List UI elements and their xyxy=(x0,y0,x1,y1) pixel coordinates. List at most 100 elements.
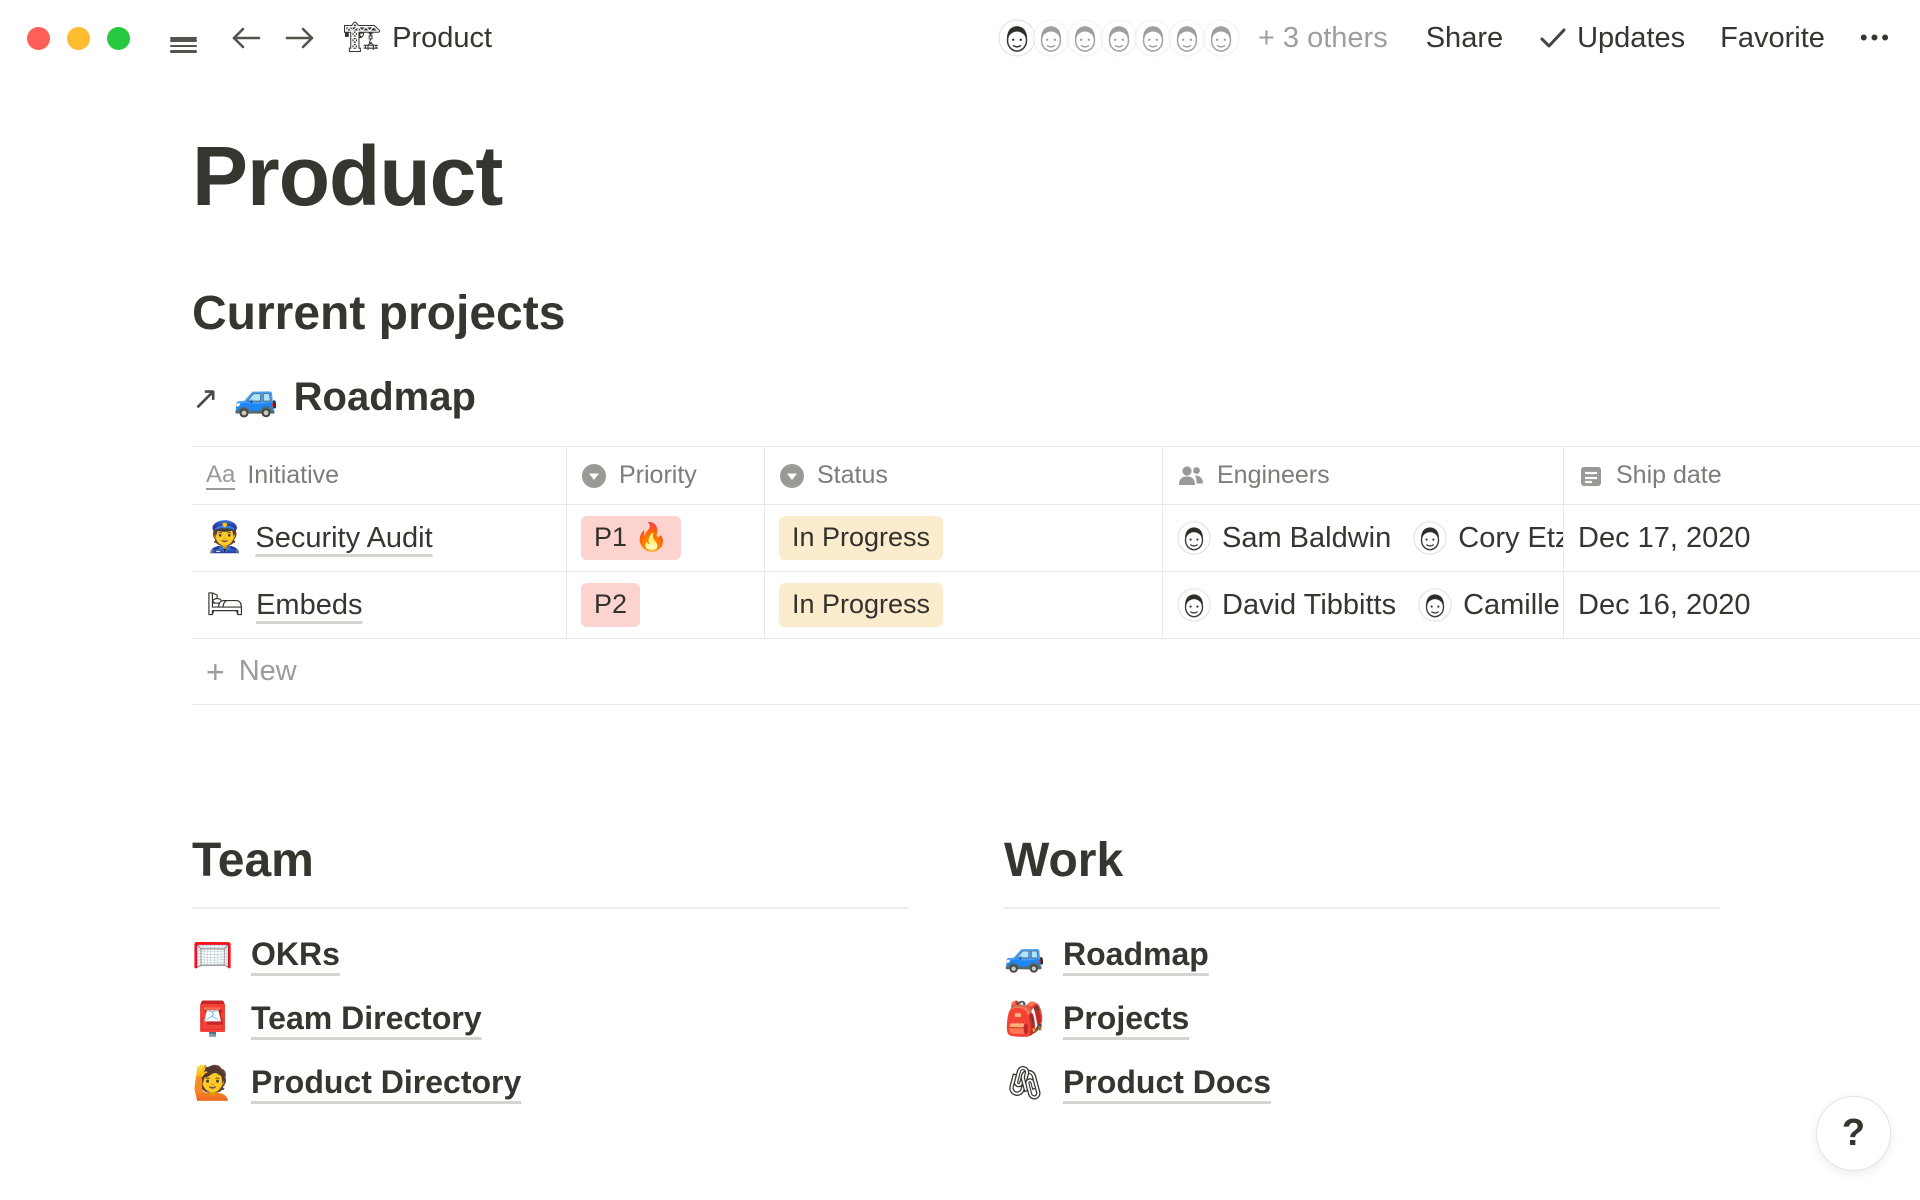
favorite-button[interactable]: Favorite xyxy=(1720,22,1825,55)
column-header-ship-date[interactable]: Ship date xyxy=(1564,447,1920,504)
page-link-label: Product Docs xyxy=(1063,1064,1271,1101)
page-link-roadmap[interactable]: 🚙 Roadmap xyxy=(1004,923,1209,987)
avatar xyxy=(1200,17,1242,59)
ship-date-cell[interactable]: Dec 17, 2020 xyxy=(1564,505,1920,571)
avatar xyxy=(1418,588,1452,622)
page-link-label: OKRs xyxy=(251,936,340,973)
page-link-label: Product Directory xyxy=(251,1064,521,1101)
page-link[interactable]: Security Audit xyxy=(255,522,432,555)
page-link-projects[interactable]: 🎒 Projects xyxy=(1004,987,1189,1051)
updates-button[interactable]: Updates xyxy=(1538,22,1685,55)
bed-icon: 🛏 xyxy=(206,590,244,620)
divider xyxy=(1004,907,1720,909)
car-icon: 🚙 xyxy=(234,380,279,416)
current-projects-heading[interactable]: Current projects xyxy=(192,286,1920,341)
top-bar: 🏗 Product + 3 others Share Updates Favor… xyxy=(0,0,1920,76)
engineer-name: Cory Etz xyxy=(1458,522,1564,555)
table-row: 🛏 Embeds P2 In Progress David Tibbitts C… xyxy=(192,572,1920,639)
page-link-label: Roadmap xyxy=(1063,936,1209,973)
close-window-button[interactable] xyxy=(27,27,50,50)
page-link-team-directory[interactable]: 📮 Team Directory xyxy=(192,987,482,1051)
bottom-sections: Team 🥅 OKRs 📮 Team Directory 🙋 Product D… xyxy=(192,833,1720,1114)
avatar xyxy=(1177,521,1211,555)
column-header-status[interactable]: Status xyxy=(765,447,1163,504)
zoom-window-button[interactable] xyxy=(107,27,130,50)
engineers-cell[interactable]: Sam Baldwin Cory Etz xyxy=(1163,505,1564,571)
plus-icon: + xyxy=(206,656,225,688)
person-raising-hand-icon: 🙋 xyxy=(192,1066,232,1099)
help-label: ? xyxy=(1842,1112,1865,1155)
ship-date-value: Dec 17, 2020 xyxy=(1578,522,1751,555)
window-controls xyxy=(27,27,130,50)
updates-label: Updates xyxy=(1577,22,1685,55)
text-property-icon: Aa xyxy=(206,462,235,490)
status-cell[interactable]: In Progress xyxy=(765,572,1163,638)
initiative-cell[interactable]: 👮 Security Audit xyxy=(192,505,567,571)
page-link-product-docs[interactable]: 🖇 Product Docs xyxy=(1004,1051,1271,1115)
back-icon[interactable] xyxy=(225,19,267,57)
priority-cell[interactable]: P2 xyxy=(567,572,765,638)
breadcrumb-title: Product xyxy=(392,22,492,55)
select-property-icon xyxy=(779,463,805,489)
column-header-engineers[interactable]: Engineers xyxy=(1163,447,1564,504)
collaborator-avatars[interactable] xyxy=(996,17,1242,59)
share-button[interactable]: Share xyxy=(1426,22,1503,55)
postbox-icon: 📮 xyxy=(192,1002,232,1035)
column-header-initiative[interactable]: Aa Initiative xyxy=(192,447,567,504)
calendar-property-icon xyxy=(1578,463,1604,489)
table-row: 👮 Security Audit P1 🔥 In Progress Sam Ba… xyxy=(192,505,1920,572)
page-title[interactable]: Product xyxy=(192,132,1920,220)
engineer-chip: Cory Etz xyxy=(1413,521,1564,555)
roadmap-database-link[interactable]: ↗ 🚙 Roadmap xyxy=(192,375,476,420)
car-icon: 🚙 xyxy=(1004,938,1044,971)
initiative-cell[interactable]: 🛏 Embeds xyxy=(192,572,567,638)
engineer-chip: Camille xyxy=(1418,588,1560,622)
more-options-icon[interactable]: ••• xyxy=(1860,25,1892,51)
ship-date-value: Dec 16, 2020 xyxy=(1578,589,1751,622)
more-collaborators-label[interactable]: + 3 others xyxy=(1258,22,1388,55)
work-section: Work 🚙 Roadmap 🎒 Projects 🖇 Product Docs xyxy=(1004,833,1720,1114)
new-row-label: New xyxy=(239,655,297,688)
status-cell[interactable]: In Progress xyxy=(765,505,1163,571)
column-header-priority[interactable]: Priority xyxy=(567,447,765,504)
engineers-cell[interactable]: David Tibbitts Camille xyxy=(1163,572,1564,638)
engineer-name: David Tibbitts xyxy=(1222,589,1396,622)
minimize-window-button[interactable] xyxy=(67,27,90,50)
engineer-chip: David Tibbitts xyxy=(1177,588,1396,622)
engineer-chip: Sam Baldwin xyxy=(1177,521,1391,555)
engineer-name: Camille xyxy=(1463,589,1560,622)
new-row-button[interactable]: + New xyxy=(192,639,1920,705)
paperclips-icon: 🖇 xyxy=(1004,1066,1044,1099)
avatar xyxy=(1177,588,1211,622)
page-link-okrs[interactable]: 🥅 OKRs xyxy=(192,923,340,987)
status-badge: In Progress xyxy=(779,583,943,627)
north-east-arrow-icon: ↗ xyxy=(192,382,219,414)
police-officer-icon: 👮 xyxy=(206,523,243,553)
divider xyxy=(192,907,908,909)
column-label: Priority xyxy=(619,461,697,490)
column-label: Status xyxy=(817,461,888,490)
help-button[interactable]: ? xyxy=(1816,1096,1891,1171)
page-link[interactable]: Embeds xyxy=(256,589,362,622)
priority-cell[interactable]: P1 🔥 xyxy=(567,505,765,571)
priority-badge: P1 🔥 xyxy=(581,516,681,560)
status-badge: In Progress xyxy=(779,516,943,560)
favorite-label: Favorite xyxy=(1720,22,1825,55)
page-link-label: Team Directory xyxy=(251,1000,482,1037)
breadcrumb[interactable]: 🏗 Product xyxy=(343,22,492,55)
page-link-label: Projects xyxy=(1063,1000,1189,1037)
projects-table: Aa Initiative Priority Status xyxy=(192,446,1920,705)
priority-badge: P2 xyxy=(581,583,640,627)
construction-crane-icon: 🏗 xyxy=(343,23,381,53)
team-section: Team 🥅 OKRs 📮 Team Directory 🙋 Product D… xyxy=(192,833,908,1114)
table-header-row: Aa Initiative Priority Status xyxy=(192,447,1920,505)
column-label: Ship date xyxy=(1616,461,1722,490)
check-icon xyxy=(1538,25,1568,51)
work-heading[interactable]: Work xyxy=(1004,833,1720,888)
sidebar-menu-icon[interactable] xyxy=(166,30,201,46)
ship-date-cell[interactable]: Dec 16, 2020 xyxy=(1564,572,1920,638)
people-property-icon xyxy=(1177,463,1205,489)
page-link-product-directory[interactable]: 🙋 Product Directory xyxy=(192,1051,521,1115)
team-heading[interactable]: Team xyxy=(192,833,908,888)
forward-icon[interactable] xyxy=(279,19,321,57)
